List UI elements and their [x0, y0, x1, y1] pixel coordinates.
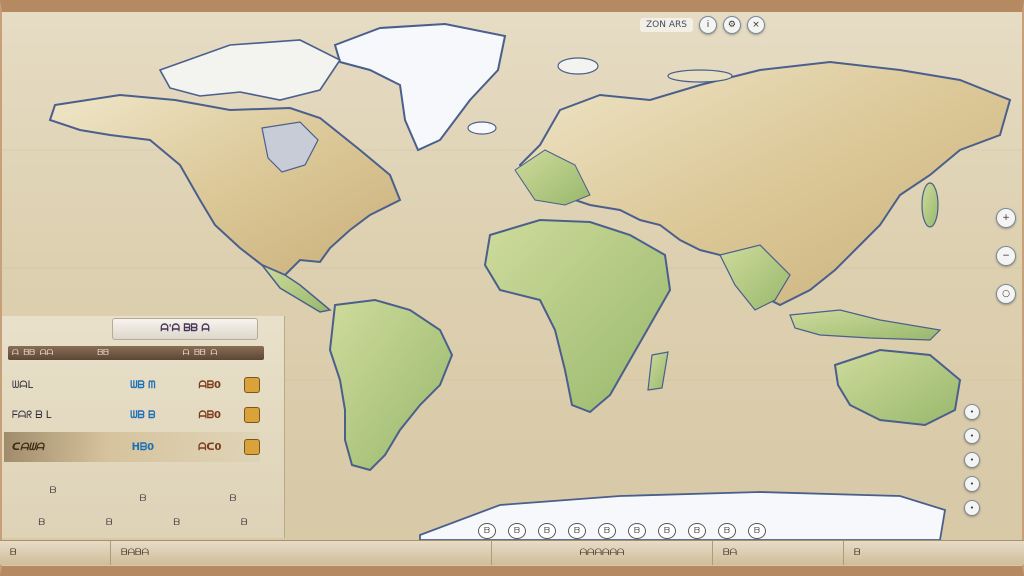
- legend-row[interactable]: ᗯᗩᒪ ᗯᗷ ᗰ ᗩᗷ0: [4, 370, 260, 400]
- feature-icon[interactable]: ᗷ: [598, 523, 616, 539]
- zoom-out-icon[interactable]: −: [996, 246, 1016, 266]
- feature-icon[interactable]: ᗷ: [508, 523, 526, 539]
- info-icon[interactable]: i: [698, 16, 717, 34]
- novaya-zemlya: [667, 69, 733, 83]
- legend-mini-cell: ᗷ: [229, 494, 237, 504]
- legend-header-cell: ᗩ ᗷᗷ ᗩᗩ: [12, 348, 54, 357]
- close-icon[interactable]: ×: [746, 16, 765, 34]
- legend-row[interactable]: ᖴᗩᖇ ᗷ ᒪ ᗯᗷ ᗷ ᗩᗷ0: [4, 400, 260, 430]
- central-america: [261, 264, 332, 313]
- toolbar-label: ZON ARS: [640, 18, 693, 32]
- indonesia: [789, 309, 942, 341]
- legend-row-value: ᗩᑕ0: [198, 441, 222, 453]
- legend-mini-row: ᗷ ᗷ ᗷ ᗷ: [8, 512, 278, 534]
- legend-header: ᗩ ᗷᗷ ᗩᗩ ᗷᗷ ᗩ ᗷᗷ ᗩ: [8, 346, 264, 360]
- legend-swatch-icon: [244, 407, 260, 423]
- layer-toggle-icon[interactable]: •: [964, 452, 980, 468]
- south-america: [328, 298, 454, 472]
- status-bar: ᗷ ᗷᗩᗷᗩ ᗩᗩᗩᗩᗩᗩ ᗷᗩ ᗷ: [0, 540, 1024, 565]
- feature-icon[interactable]: ᗷ: [628, 523, 646, 539]
- feature-icon[interactable]: ᗷ: [478, 523, 496, 539]
- legend-mini-cell: [8, 488, 98, 510]
- legend-row-value: ᕼᗷ0: [131, 441, 155, 453]
- layer-toggle-icon[interactable]: •: [964, 404, 980, 420]
- iceland: [467, 121, 497, 135]
- feature-icon[interactable]: ᗷ: [688, 523, 706, 539]
- layer-toggle-icon[interactable]: •: [964, 428, 980, 444]
- legend-title: ᗩ'ᗩ ᗷᗷ ᗩ: [112, 318, 258, 340]
- reset-view-icon[interactable]: ○: [996, 284, 1016, 304]
- zoom-controls: + − ○: [996, 208, 1016, 304]
- japan: [921, 182, 939, 228]
- legend-row-value: ᗯᗷ ᗰ: [130, 379, 156, 391]
- status-cell: ᗷ: [854, 548, 861, 558]
- legend-header-cell: ᗩ ᗷᗷ ᗩ: [182, 348, 218, 357]
- status-cell: ᗷᗩᗷᗩ: [111, 541, 492, 565]
- legend-mini-cell: ᗷ: [106, 518, 113, 528]
- feature-icon[interactable]: ᗷ: [538, 523, 556, 539]
- status-cell: ᗩᗩᗩᗩᗩᗩ: [492, 541, 713, 565]
- feature-icon[interactable]: ᗷ: [568, 523, 586, 539]
- feature-icon[interactable]: ᗷ: [658, 523, 676, 539]
- legend-header-cell: ᗷᗷ: [97, 348, 109, 357]
- layer-toggle-icon[interactable]: •: [964, 476, 980, 492]
- legend-row-selected[interactable]: ᑕᗩᗯᗩ ᕼᗷ0 ᗩᑕ0: [4, 432, 260, 462]
- layer-toggle-icon[interactable]: •: [964, 500, 980, 516]
- legend-swatch-icon: [244, 377, 260, 393]
- legend-swatch-icon: [244, 439, 260, 455]
- legend-row-value: ᗯᗷ ᗷ: [130, 409, 156, 421]
- map-toolbar: ZON ARS i ⚙ ×: [640, 14, 765, 36]
- africa: [483, 218, 672, 414]
- feature-icon-bar: ᗷ ᗷ ᗷ ᗷ ᗷ ᗷ ᗷ ᗷ ᗷ ᗷ: [470, 522, 944, 540]
- north-america: [48, 93, 402, 277]
- status-cell: ᗷᗩ: [713, 541, 844, 565]
- legend-mini-cell: ᗷ: [173, 518, 181, 528]
- feature-icon[interactable]: ᗷ: [718, 523, 736, 539]
- legend-mini-row: ᗷ ᗷ: [8, 488, 278, 510]
- layer-toggles: • • • • •: [964, 404, 980, 516]
- madagascar: [647, 351, 669, 391]
- legend-row-label: ᗯᗩᒪ: [12, 379, 34, 391]
- svalbard: [557, 57, 599, 75]
- legend-panel: ᗩ'ᗩ ᗷᗷ ᗩ ᗩ ᗷᗷ ᗩᗩ ᗷᗷ ᗩ ᗷᗷ ᗩ ᗯᗩᒪ ᗯᗷ ᗰ ᗩᗷ0 …: [2, 316, 285, 538]
- legend-row-label: ᖴᗩᖇ ᗷ ᒪ: [12, 409, 52, 421]
- legend-mini-cell: ᗷ: [38, 518, 46, 528]
- arctic-islands: [158, 39, 342, 101]
- legend-mini-cell: ᗷ: [139, 494, 147, 504]
- zoom-in-icon[interactable]: +: [996, 208, 1016, 228]
- legend-row-value: ᗩᗷ0: [198, 379, 222, 391]
- settings-icon[interactable]: ⚙: [722, 16, 741, 34]
- legend-row-label: ᑕᗩᗯᗩ: [12, 441, 44, 453]
- australia: [833, 348, 962, 427]
- status-cell: ᗷ: [0, 541, 111, 565]
- legend-mini-cell: ᗷ: [241, 518, 248, 528]
- legend-row-value: ᗩᗷ0: [198, 409, 222, 421]
- feature-icon[interactable]: ᗷ: [748, 523, 766, 539]
